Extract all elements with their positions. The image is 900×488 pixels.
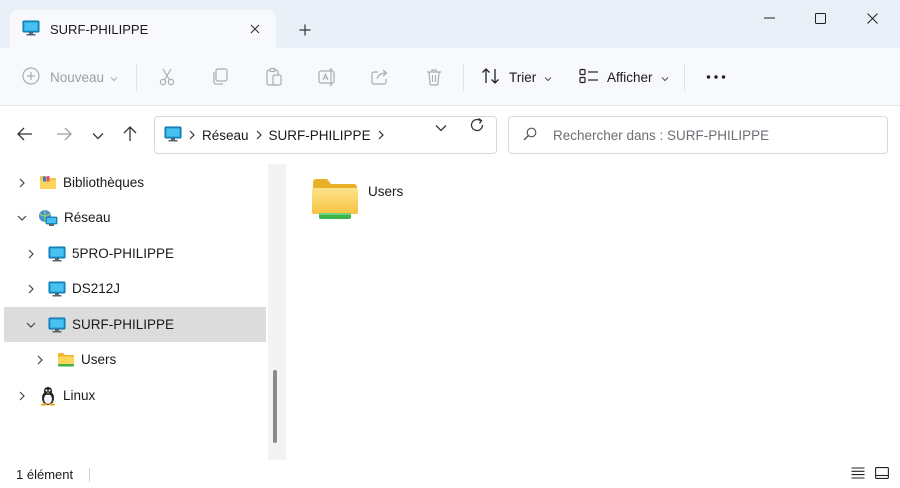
sidebar-scrollbar-thumb[interactable]: [273, 370, 277, 443]
chevron-down-icon: [435, 120, 447, 135]
close-window-button[interactable]: [849, 4, 895, 32]
sidebar-item-5pro-philippe[interactable]: 5PRO-PHILIPPE: [4, 236, 266, 271]
share-icon[interactable]: [369, 66, 391, 88]
network-icon: [38, 209, 58, 227]
arrow-left-icon: [17, 127, 33, 144]
sidebar-item-users[interactable]: Users: [4, 342, 266, 377]
computer-icon: [22, 20, 40, 39]
shared-folder-icon: [310, 176, 360, 225]
list-item-label: Users: [368, 184, 404, 199]
status-bar: 1 élément: [0, 460, 900, 488]
cut-icon[interactable]: [156, 66, 178, 88]
computer-icon: [48, 246, 66, 262]
chevron-right-icon[interactable]: [24, 282, 38, 296]
sidebar-item-reseau[interactable]: Réseau: [4, 200, 266, 235]
file-list: Users: [286, 164, 900, 460]
new-tab-button[interactable]: [294, 19, 316, 41]
computer-icon: [48, 317, 66, 333]
chevron-right-icon[interactable]: [24, 247, 38, 261]
new-button[interactable]: Nouveau: [22, 62, 118, 92]
arrow-right-icon: [56, 127, 72, 144]
minimize-button[interactable]: [746, 4, 792, 32]
sort-arrows-icon: [481, 67, 501, 88]
chevron-right-icon[interactable]: [15, 176, 29, 190]
search-icon: [523, 127, 537, 144]
breadcrumb-chevron-icon[interactable]: [378, 130, 384, 140]
chevron-down-icon: [544, 70, 552, 85]
breadcrumb-reseau[interactable]: Réseau: [202, 128, 249, 143]
rename-icon[interactable]: [316, 66, 338, 88]
arrow-up-icon: [123, 125, 137, 145]
toolbar-divider: [463, 64, 464, 92]
sidebar-item-bibliotheques[interactable]: Bibliothèques: [4, 165, 266, 200]
sidebar-item-ds212j[interactable]: DS212J: [4, 271, 266, 306]
search-input[interactable]: Rechercher dans : SURF-PHILIPPE: [508, 116, 888, 154]
large-icons-view-button[interactable]: [873, 465, 891, 483]
sidebar-item-label: Réseau: [64, 210, 111, 225]
paste-icon[interactable]: [263, 66, 285, 88]
title-bar: SURF-PHILIPPE: [0, 0, 900, 48]
tab-title: SURF-PHILIPPE: [50, 21, 149, 37]
sidebar-item-label: 5PRO-PHILIPPE: [72, 246, 175, 261]
view-list-icon: [579, 68, 599, 87]
sidebar-scrollbar[interactable]: [268, 164, 286, 460]
sidebar-item-label: SURF-PHILIPPE: [72, 317, 175, 332]
command-bar: Nouveau Trier Afficher: [0, 48, 900, 106]
list-item[interactable]: Users: [310, 176, 420, 232]
linux-penguin-icon: [39, 386, 57, 406]
sidebar-item-label: Linux: [63, 388, 96, 403]
maximize-button[interactable]: [797, 4, 843, 32]
sort-button[interactable]: Trier: [481, 62, 552, 92]
view-button-label: Afficher: [607, 69, 653, 85]
shared-folder-icon: [57, 352, 75, 367]
tab-surf-philippe[interactable]: SURF-PHILIPPE: [10, 10, 276, 48]
recent-locations-button[interactable]: [86, 123, 110, 147]
sidebar-item-label: Bibliothèques: [63, 175, 145, 190]
view-button[interactable]: Afficher: [579, 62, 669, 92]
navigation-bar: Réseau SURF-PHILIPPE Rechercher dans : S…: [0, 106, 900, 164]
search-placeholder: Rechercher dans : SURF-PHILIPPE: [553, 127, 770, 143]
forward-button[interactable]: [52, 123, 76, 147]
toolbar-divider: [136, 64, 137, 92]
chevron-down-icon[interactable]: [24, 318, 38, 332]
tiles-view-icon: [875, 466, 889, 482]
close-tab-icon[interactable]: [246, 20, 264, 38]
chevron-right-icon[interactable]: [15, 389, 29, 403]
status-divider: [89, 468, 90, 482]
address-history-button[interactable]: [429, 115, 453, 139]
computer-icon: [164, 126, 182, 145]
more-options-button[interactable]: [704, 66, 728, 88]
refresh-button[interactable]: [465, 114, 489, 138]
copy-icon[interactable]: [209, 66, 231, 88]
sidebar-item-label: DS212J: [72, 281, 121, 296]
back-button[interactable]: [13, 123, 37, 147]
new-button-label: Nouveau: [50, 69, 105, 85]
toolbar-divider: [684, 64, 685, 92]
add-circle-icon: [22, 66, 40, 88]
delete-icon[interactable]: [423, 66, 445, 88]
navigation-pane: Bibliothèques Réseau 5PRO-PHILIPPE DS212…: [0, 164, 268, 460]
up-button[interactable]: [118, 123, 142, 147]
breadcrumb-surf-philippe[interactable]: SURF-PHILIPPE: [269, 128, 371, 143]
chevron-down-icon: [661, 70, 669, 85]
details-view-button[interactable]: [849, 465, 867, 483]
sidebar-item-linux[interactable]: Linux: [4, 378, 266, 413]
refresh-icon: [469, 117, 485, 136]
sidebar-item-label: Users: [81, 352, 117, 367]
chevron-right-icon[interactable]: [33, 353, 47, 367]
item-count: 1 élément: [16, 467, 74, 482]
computer-icon: [48, 281, 66, 297]
chevron-down-icon: [92, 128, 104, 143]
sidebar-item-surf-philippe[interactable]: SURF-PHILIPPE: [4, 307, 266, 342]
breadcrumb-chevron-icon[interactable]: [189, 130, 195, 140]
breadcrumb-chevron-icon[interactable]: [256, 130, 262, 140]
library-folder-icon: [39, 175, 57, 190]
chevron-down-icon: [110, 70, 118, 85]
details-view-icon: [851, 466, 865, 482]
chevron-down-icon[interactable]: [15, 211, 29, 225]
sort-button-label: Trier: [509, 69, 537, 85]
